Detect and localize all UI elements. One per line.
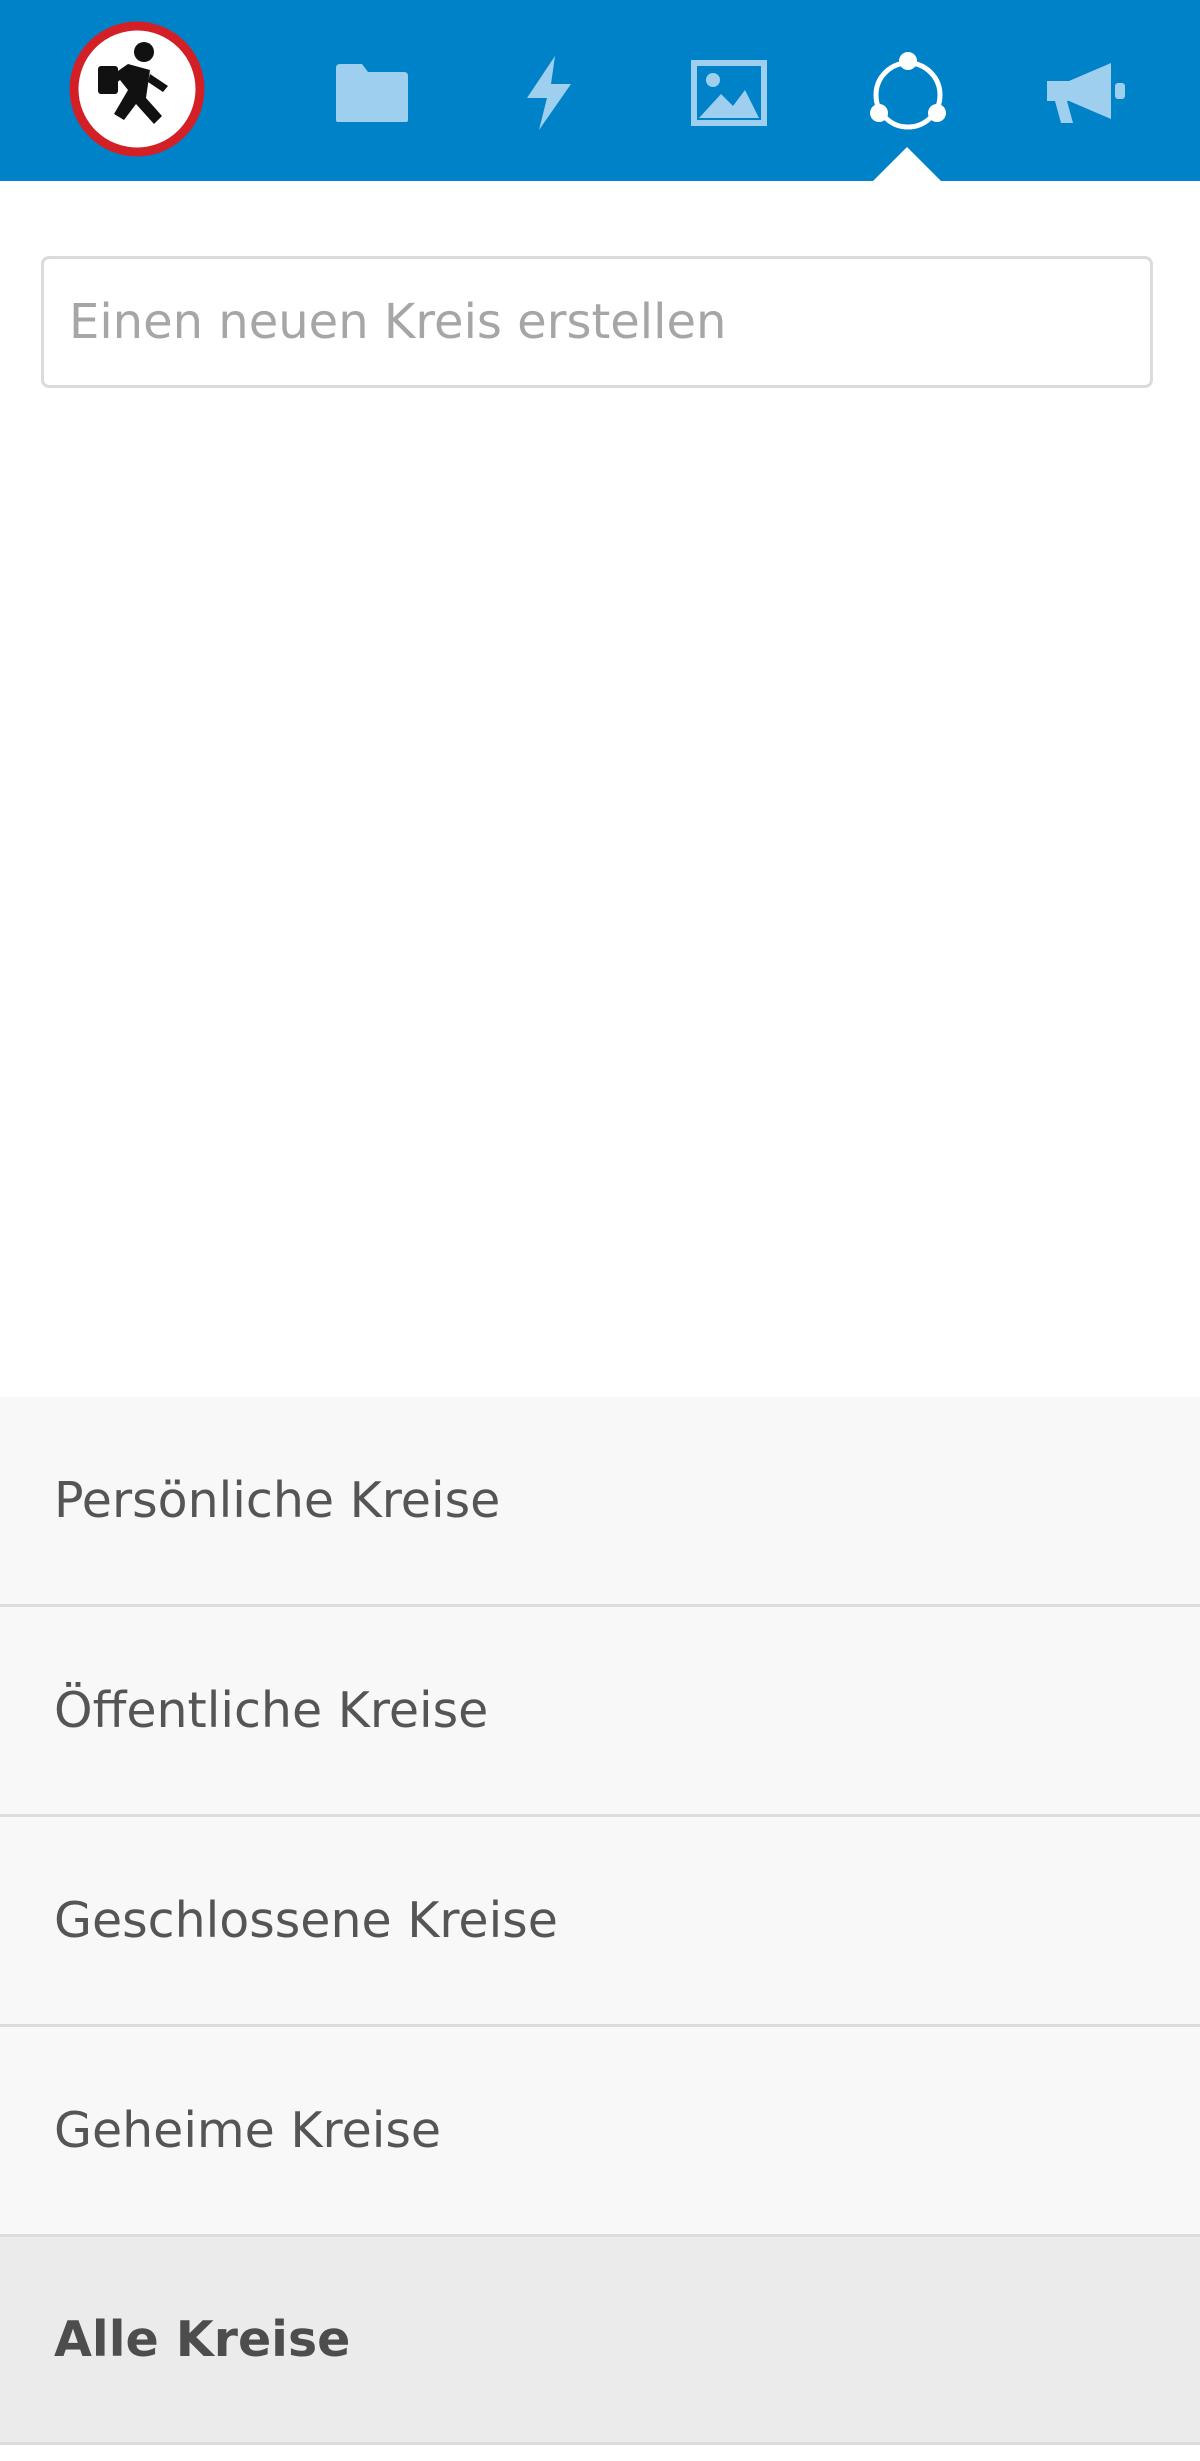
circle-filter-list: Persönliche Kreise Öffentliche Kreise Ge…: [0, 1397, 1200, 2445]
app-header: [0, 0, 1200, 181]
filter-all-circles[interactable]: Alle Kreise: [0, 2237, 1200, 2445]
nav-files[interactable]: [327, 48, 417, 138]
nav-activity[interactable]: [504, 48, 594, 138]
filter-label: Geheime Kreise: [54, 2102, 442, 2159]
folder-icon: [336, 64, 408, 122]
app-logo[interactable]: [68, 20, 206, 158]
image-icon: [691, 60, 767, 126]
nav-circles[interactable]: [863, 48, 953, 138]
running-person-prohibition-logo: [69, 21, 205, 157]
megaphone-icon: [1047, 63, 1125, 123]
filter-personal-circles[interactable]: Persönliche Kreise: [0, 1397, 1200, 1607]
circles-icon: [870, 52, 946, 130]
filter-label: Öffentliche Kreise: [54, 1682, 489, 1739]
nav-gallery[interactable]: [684, 48, 774, 138]
filter-closed-circles[interactable]: Geschlossene Kreise: [0, 1817, 1200, 2027]
active-nav-indicator: [873, 147, 941, 181]
nav-announcements[interactable]: [1042, 48, 1132, 138]
filter-secret-circles[interactable]: Geheime Kreise: [0, 2027, 1200, 2237]
filter-label: Alle Kreise: [54, 2311, 351, 2368]
filter-public-circles[interactable]: Öffentliche Kreise: [0, 1607, 1200, 1817]
new-circle-input[interactable]: [41, 256, 1153, 388]
filter-label: Geschlossene Kreise: [54, 1892, 558, 1949]
lightning-icon: [527, 56, 571, 130]
filter-label: Persönliche Kreise: [54, 1472, 501, 1529]
